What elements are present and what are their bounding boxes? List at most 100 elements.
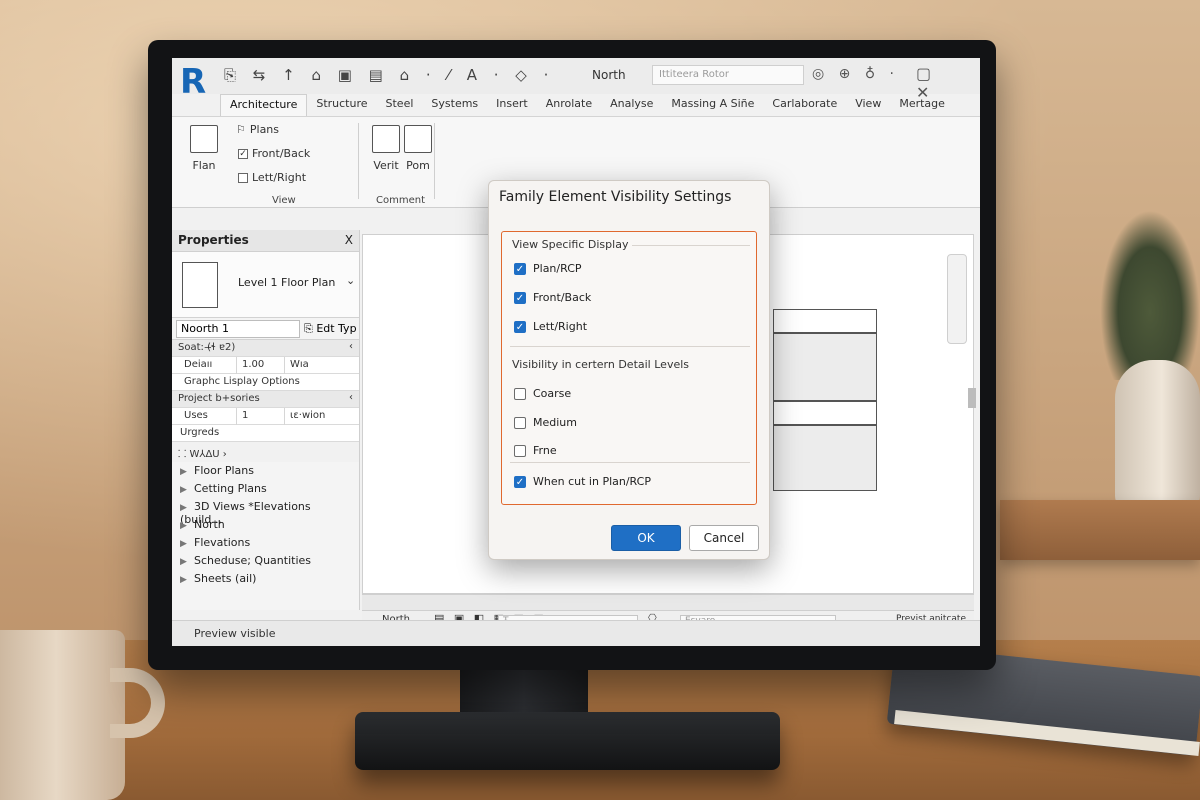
door-icon xyxy=(404,125,432,153)
property-row[interactable]: Graphc Lisplay Options xyxy=(172,374,359,391)
tab-annotate[interactable]: Anrolate xyxy=(537,94,601,116)
tab-analyse[interactable]: Analyse xyxy=(601,94,662,116)
section-divider xyxy=(632,245,750,246)
tab-systems[interactable]: Systems xyxy=(422,94,487,116)
option-label: Medium xyxy=(533,416,577,429)
expand-icon[interactable]: ▶ xyxy=(180,467,194,477)
property-value[interactable]: 1.00 xyxy=(242,359,264,370)
chevron-left-icon[interactable]: ‹ xyxy=(349,341,353,352)
tab-collaborate[interactable]: Carlaborate xyxy=(763,94,846,116)
monitor-base xyxy=(355,712,780,770)
checkbox-icon[interactable] xyxy=(514,387,526,400)
section-view-specific: View Specific Display xyxy=(512,238,629,251)
chevron-down-icon[interactable]: ⌄ xyxy=(346,274,355,287)
ribbon-separator xyxy=(434,123,435,199)
plans-button[interactable]: ⚐ Plans xyxy=(236,123,279,136)
property-name: Graphc Lisplay Options xyxy=(184,376,300,387)
option-label: Lett/Right xyxy=(533,320,588,333)
pom-button[interactable]: Pom xyxy=(392,125,444,172)
option-coarse[interactable]: Coarse xyxy=(514,387,571,400)
tree-item-floor-plans[interactable]: ▶ Floor Plans xyxy=(172,462,359,480)
tree-item-label: Sheets (ail) xyxy=(194,572,257,585)
help-icons[interactable]: ◎ ⊕ ♁ · xyxy=(812,66,899,82)
room-block[interactable] xyxy=(773,425,877,491)
ok-button[interactable]: OK xyxy=(611,525,681,551)
tab-steel[interactable]: Steel xyxy=(377,94,423,116)
chevron-left-icon[interactable]: ‹ xyxy=(349,392,353,403)
expand-icon[interactable]: ▶ xyxy=(180,485,194,495)
tree-item-sheets[interactable]: ▶ Sheets (ail) xyxy=(172,570,359,588)
instance-dropdown[interactable]: Noorth 1 xyxy=(176,320,300,338)
expand-icon[interactable]: ▶ xyxy=(180,503,194,513)
close-icon[interactable]: X xyxy=(345,233,353,247)
front-back-toggle[interactable]: ✓ Front/Back xyxy=(238,147,310,160)
room-block[interactable] xyxy=(773,333,877,401)
tab-architecture[interactable]: Architecture xyxy=(220,94,308,116)
expand-icon[interactable]: ▶ xyxy=(180,575,194,585)
checkbox-checked-icon[interactable]: ✓ xyxy=(514,262,526,275)
property-category[interactable]: Soat: (̶ɬ ɐ2) ‹ xyxy=(172,340,359,357)
property-value[interactable]: ɩɛ·wion xyxy=(290,410,325,421)
checkbox-checked-icon[interactable]: ✓ xyxy=(514,291,526,304)
expand-icon[interactable]: ▶ xyxy=(180,557,194,567)
visibility-settings-dialog: Family Element Visibility Settings View … xyxy=(488,180,770,560)
search-input[interactable]: Ittiteera Rotor xyxy=(652,65,804,85)
status-text: Preview visible xyxy=(194,627,276,640)
coffee-mug xyxy=(0,630,125,800)
section-divider xyxy=(510,346,750,347)
option-medium[interactable]: Medium xyxy=(514,416,577,429)
tab-manage[interactable]: Mertage xyxy=(890,94,954,116)
tab-insert[interactable]: Insert xyxy=(487,94,537,116)
quick-access-toolbar[interactable]: ⎘ ⇆ ↑ ⌂ ▣ ▤ ⌂ · ⁄ A · ◇ · xyxy=(224,66,554,84)
property-category[interactable]: Project b+sories ‹ xyxy=(172,391,359,408)
edit-type-button[interactable]: ⎘ Edt Typ xyxy=(304,322,357,336)
front-back-label: Front/Back xyxy=(252,147,311,160)
cell-divider xyxy=(284,408,285,425)
type-selector[interactable]: Level 1 Floor Plan ⌄ xyxy=(172,252,359,318)
tab-massing[interactable]: Massing A Siñe xyxy=(662,94,763,116)
expand-icon[interactable]: ▶ xyxy=(180,539,194,549)
option-plan-rcp[interactable]: ✓ Plan/RCP xyxy=(514,262,582,275)
instance-row: Noorth 1 ⎘ Edt Typ xyxy=(172,318,359,340)
checkbox-icon[interactable] xyxy=(514,416,526,429)
shelf xyxy=(1000,500,1200,560)
tree-item-schedules[interactable]: ▶ Scheduse; Quantities xyxy=(172,552,359,570)
tree-item-ceiling-plans[interactable]: ▶ Cetting Plans xyxy=(172,480,359,498)
navigation-bar[interactable] xyxy=(947,254,967,344)
cancel-button[interactable]: Cancel xyxy=(689,525,759,551)
vase xyxy=(1115,360,1200,510)
vertical-scrollbar[interactable] xyxy=(968,388,976,408)
checkbox-checked-icon[interactable]: ✓ xyxy=(514,320,526,333)
screen: R ⎘ ⇆ ↑ ⌂ ▣ ▤ ⌂ · ⁄ A · ◇ · North Ittite… xyxy=(172,58,980,646)
tree-item-elevations[interactable]: ▶ Flevations xyxy=(172,534,359,552)
option-front-back[interactable]: ✓ Front/Back xyxy=(514,291,591,304)
checkbox-icon[interactable] xyxy=(514,444,526,457)
tree-item-label: Floor Plans xyxy=(194,464,254,477)
pom-label: Pom xyxy=(406,159,430,172)
tree-item-north[interactable]: ▶ North xyxy=(172,516,359,534)
option-when-cut[interactable]: ✓ When cut in Plan/RCP xyxy=(514,475,651,488)
wall-outline[interactable] xyxy=(773,309,877,333)
property-value[interactable]: Wıa xyxy=(290,359,309,370)
tree-item-label: North xyxy=(194,518,225,531)
section-divider xyxy=(510,462,750,463)
property-row[interactable]: Deiaıı 1.00 Wıa xyxy=(172,357,359,374)
plan-button[interactable]: Flan xyxy=(178,125,230,172)
option-left-right[interactable]: ✓ Lett/Right xyxy=(514,320,587,333)
option-fine[interactable]: Frne xyxy=(514,444,557,457)
property-row[interactable]: Uses 1 ɩɛ·wion xyxy=(172,408,359,425)
status-bar: Preview visible xyxy=(172,620,980,646)
tab-structure[interactable]: Structure xyxy=(307,94,376,116)
tree-item-3d-views[interactable]: ▶ 3D Views *Elevations (build... xyxy=(172,498,359,526)
wall-outline[interactable] xyxy=(773,401,877,425)
canvas-scrollbar[interactable] xyxy=(362,594,974,610)
expand-icon[interactable]: ▶ xyxy=(180,521,194,531)
left-right-toggle[interactable]: Lett/Right xyxy=(238,171,306,184)
checkbox-checked-icon[interactable]: ✓ xyxy=(514,475,526,488)
property-row[interactable]: Urgreds xyxy=(172,425,359,442)
option-label: Coarse xyxy=(533,387,572,400)
property-value[interactable]: 1 xyxy=(242,410,248,421)
app-logo[interactable]: R xyxy=(180,62,216,102)
tab-view[interactable]: View xyxy=(846,94,890,116)
window-title: North xyxy=(592,68,626,82)
